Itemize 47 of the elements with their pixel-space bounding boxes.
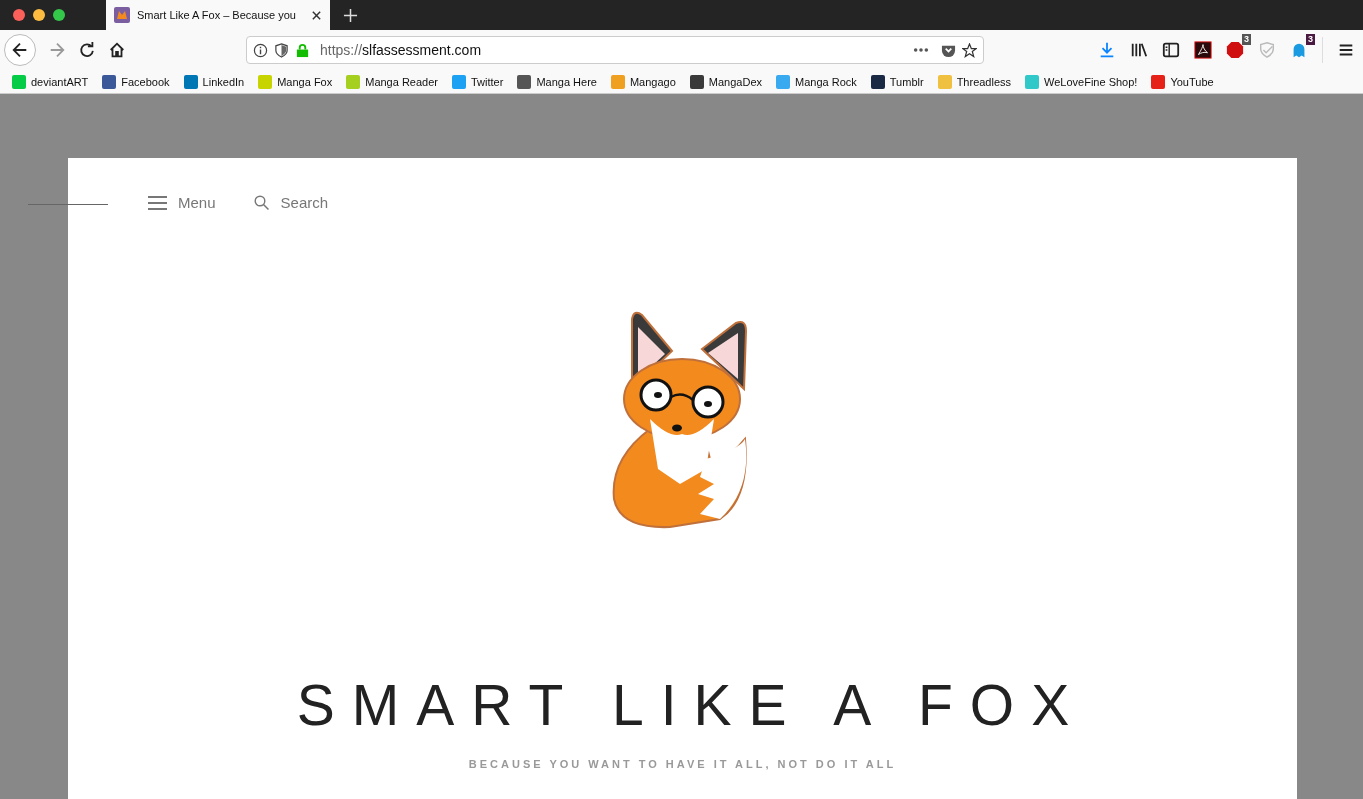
bookmark-link[interactable]: Manga Fox <box>258 74 333 89</box>
bookmark-link[interactable]: Manga Rock <box>776 74 857 89</box>
library-icon[interactable] <box>1130 41 1148 59</box>
reload-icon[interactable] <box>78 41 96 59</box>
bookmark-link[interactable]: LinkedIn <box>183 74 245 89</box>
shield-icon[interactable] <box>274 42 289 58</box>
bookmark-link[interactable]: Threadless <box>937 74 1012 89</box>
address-bar[interactable]: https://slfassessment.com <box>246 36 984 64</box>
bookmark-link[interactable]: MangaDex <box>689 74 763 89</box>
back-arrow-icon <box>11 41 29 59</box>
search-button[interactable]: Search <box>253 194 329 211</box>
site-title: SMART LIKE A FOX <box>295 677 1087 734</box>
sidebar-icon[interactable] <box>1162 41 1180 59</box>
info-icon[interactable] <box>253 42 268 58</box>
bookmark-link[interactable]: Tumblr <box>870 74 924 89</box>
menu-button[interactable]: Menu <box>148 194 216 211</box>
url-text: https://slfassessment.com <box>320 42 482 58</box>
home-icon[interactable] <box>108 41 126 59</box>
forward-arrow-icon[interactable] <box>48 41 66 59</box>
bookmark-link[interactable]: Manga Here <box>517 74 597 89</box>
close-window-button[interactable] <box>13 9 25 21</box>
zoom-window-button[interactable] <box>53 9 65 21</box>
bookmark-star-icon[interactable] <box>962 42 977 58</box>
bookmark-link[interactable]: deviantART <box>12 74 89 89</box>
hamburger-icon <box>148 194 167 211</box>
fox-favicon-icon <box>114 7 130 23</box>
close-tab-icon[interactable] <box>311 9 322 21</box>
pdf-icon[interactable] <box>1194 41 1212 59</box>
site-tagline: BECAUSE YOU WANT TO HAVE IT ALL, NOT DO IT ALL <box>468 758 897 770</box>
bookmark-link[interactable]: Facebook <box>102 74 170 89</box>
bookmark-link[interactable]: Twitter <box>452 74 504 89</box>
back-button[interactable] <box>4 34 36 66</box>
extension-badge: 3 <box>1242 34 1251 45</box>
extension-badge: 3 <box>1306 34 1315 45</box>
new-tab-icon[interactable] <box>343 7 358 23</box>
stop-sign-icon[interactable] <box>1226 41 1244 59</box>
lock-icon[interactable] <box>295 42 310 58</box>
search-icon <box>253 194 270 211</box>
minimize-window-button[interactable] <box>33 9 45 21</box>
bookmark-link[interactable]: YouTube <box>1151 74 1214 89</box>
shield-check-icon[interactable] <box>1258 41 1276 59</box>
browser-tab[interactable]: Smart Like A Fox – Because you <box>106 0 330 30</box>
more-actions-icon[interactable] <box>913 47 929 53</box>
download-icon[interactable] <box>1098 41 1116 59</box>
bookmark-link[interactable]: WeLoveFine Shop! <box>1025 74 1138 89</box>
bookmark-link[interactable]: Manga Reader <box>346 74 438 89</box>
bookmark-link[interactable]: Mangago <box>610 74 676 89</box>
